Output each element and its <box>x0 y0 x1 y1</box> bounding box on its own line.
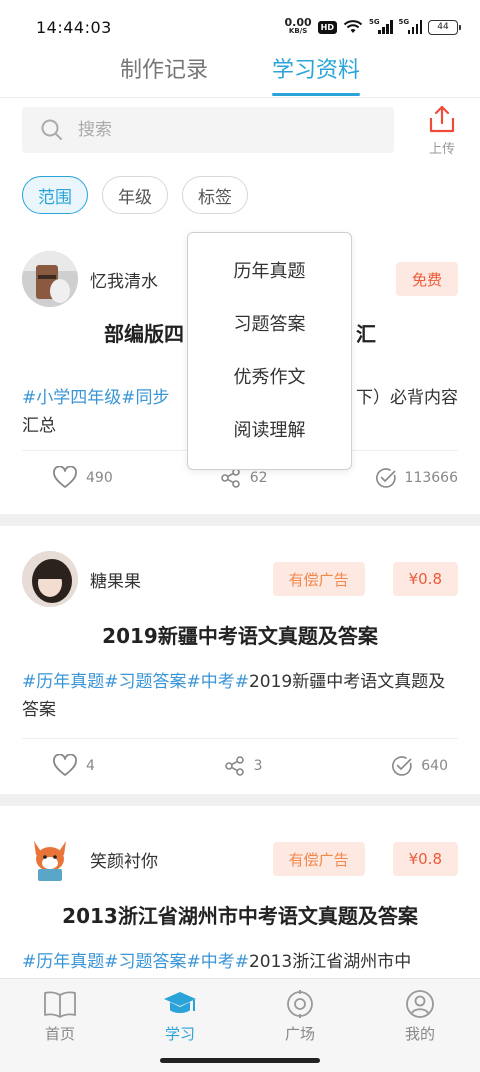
graduation-cap-icon <box>164 992 196 1013</box>
check-circle-icon <box>392 755 412 776</box>
card-title: 2013浙江省湖州市中考语文真题及答案 <box>62 904 418 928</box>
tab-study-materials[interactable]: 学习资料 <box>272 54 361 98</box>
battery-level: 44 <box>437 22 449 32</box>
paid-ad-badge: 有偿广告 <box>272 842 365 876</box>
card-desc: #历年真题#习题答案#中考#2019新疆中考语文真题及答案 <box>22 668 458 724</box>
card-tags[interactable]: #小学四年级#同步 <box>22 384 170 412</box>
nav-study-label: 学习 <box>164 1025 195 1043</box>
search-input[interactable] <box>78 120 358 140</box>
card-tags[interactable]: #历年真题#习题答案#中考# <box>22 952 249 972</box>
card-header: 笑颜衬你 有偿广告 ¥0.8 <box>22 826 458 892</box>
view-count: 640 <box>421 757 448 774</box>
card-title-right: 汇 <box>356 322 376 346</box>
tab-production-records[interactable]: 制作记录 <box>120 54 208 98</box>
status-time: 14:44:03 <box>36 17 112 37</box>
nav-home-label: 首页 <box>44 1025 75 1043</box>
card-title-left: 部编版四 <box>104 322 184 346</box>
home-indicator[interactable] <box>160 1058 320 1063</box>
like-button[interactable]: 490 <box>52 465 113 490</box>
heart-icon <box>53 753 77 776</box>
filter-grade[interactable]: 年级 <box>102 176 168 214</box>
net-speed-unit: KB/S <box>288 27 308 35</box>
battery-icon: 44 <box>428 19 461 35</box>
author-name: 忆我清水 <box>90 271 158 292</box>
material-card[interactable]: 笑颜衬你 有偿广告 ¥0.8 2013浙江省湖州市中考语文真题及答案 #历年真题… <box>0 794 480 976</box>
scope-dropdown-menu: 历年真题 习题答案 优秀作文 阅读理解 <box>187 232 352 470</box>
search-bar[interactable] <box>22 107 394 153</box>
filter-scope[interactable]: 范围 <box>22 176 88 214</box>
filter-chips: 范围 年级 标签 <box>22 176 248 214</box>
target-icon <box>287 990 313 1018</box>
like-count: 4 <box>86 757 95 774</box>
top-tabs: 制作记录 学习资料 <box>0 54 480 98</box>
avatar <box>22 251 78 307</box>
book-icon <box>44 991 76 1018</box>
card-title: 2019新疆中考语文真题及答案 <box>102 624 378 648</box>
material-card[interactable]: 糖果果 有偿广告 ¥0.8 2019新疆中考语文真题及答案 #历年真题#习题答案… <box>0 514 480 792</box>
dropdown-item-reading-comprehension[interactable]: 阅读理解 <box>188 404 351 457</box>
upload-label: 上传 <box>428 142 455 157</box>
badges: 有偿广告 ¥0.8 <box>272 842 458 876</box>
nav-mine[interactable]: 我的 <box>360 979 480 1072</box>
signal-tag: 5G <box>398 18 410 26</box>
like-count: 490 <box>86 469 113 486</box>
filter-tag[interactable]: 标签 <box>182 176 248 214</box>
avatar <box>22 551 78 607</box>
share-count: 62 <box>249 469 268 486</box>
author-name: 糖果果 <box>90 571 141 592</box>
bottom-nav: 首页 学习 广场 我的 <box>0 978 480 1072</box>
card-desc-text: 2013浙江省湖州市中 <box>248 952 412 972</box>
share-count: 3 <box>253 757 263 774</box>
view-count: 113666 <box>404 469 458 486</box>
signal-icon-2: 5G <box>398 18 422 34</box>
profile-icon <box>406 990 434 1018</box>
heart-icon <box>53 465 77 488</box>
upload-icon <box>429 105 455 133</box>
card-footer: 4 3 640 <box>22 738 458 792</box>
view-stat: 113666 <box>375 467 458 489</box>
view-stat: 640 <box>391 755 448 777</box>
check-circle-icon <box>375 467 396 488</box>
card-desc: #历年真题#习题答案#中考#2013浙江省湖州市中 <box>22 948 458 976</box>
signal-icon-1: 5G <box>369 18 393 34</box>
badges: 有偿广告 ¥0.8 <box>272 562 458 596</box>
wifi-icon <box>343 20 363 33</box>
status-bar: 14:44:03 0.00 KB/S HD 5G 5G 44 <box>0 0 480 54</box>
nav-square-label: 广场 <box>284 1025 315 1043</box>
price-badge: ¥0.8 <box>392 842 458 876</box>
status-icons: 0.00 KB/S HD 5G 5G 44 <box>284 16 461 36</box>
price-badge: ¥0.8 <box>392 562 458 596</box>
nav-home[interactable]: 首页 <box>0 979 120 1072</box>
net-speed-value: 0.00 <box>284 16 312 29</box>
share-button[interactable]: 3 <box>224 755 263 777</box>
share-icon <box>224 755 244 776</box>
dropdown-item-exercise-answers[interactable]: 习题答案 <box>188 298 351 351</box>
net-speed: 0.00 KB/S <box>284 16 312 36</box>
upload-button[interactable]: 上传 <box>420 104 464 157</box>
nav-mine-label: 我的 <box>404 1025 435 1043</box>
card-desc-right: 下）必背内容 <box>356 388 458 408</box>
avatar <box>22 831 78 887</box>
card-tags[interactable]: #历年真题#习题答案#中考# <box>22 672 249 692</box>
signal-tag: 5G <box>369 18 380 26</box>
dropdown-item-excellent-essays[interactable]: 优秀作文 <box>188 351 351 404</box>
price-badge: 免费 <box>395 262 458 296</box>
card-header: 糖果果 有偿广告 ¥0.8 <box>22 546 458 612</box>
dropdown-item-past-exams[interactable]: 历年真题 <box>188 245 351 298</box>
like-button[interactable]: 4 <box>52 753 95 778</box>
search-icon <box>41 119 62 140</box>
hd-icon: HD <box>317 20 337 34</box>
paid-ad-badge: 有偿广告 <box>272 562 365 596</box>
badges: 免费 <box>395 262 458 296</box>
author-name: 笑颜衬你 <box>90 851 158 872</box>
